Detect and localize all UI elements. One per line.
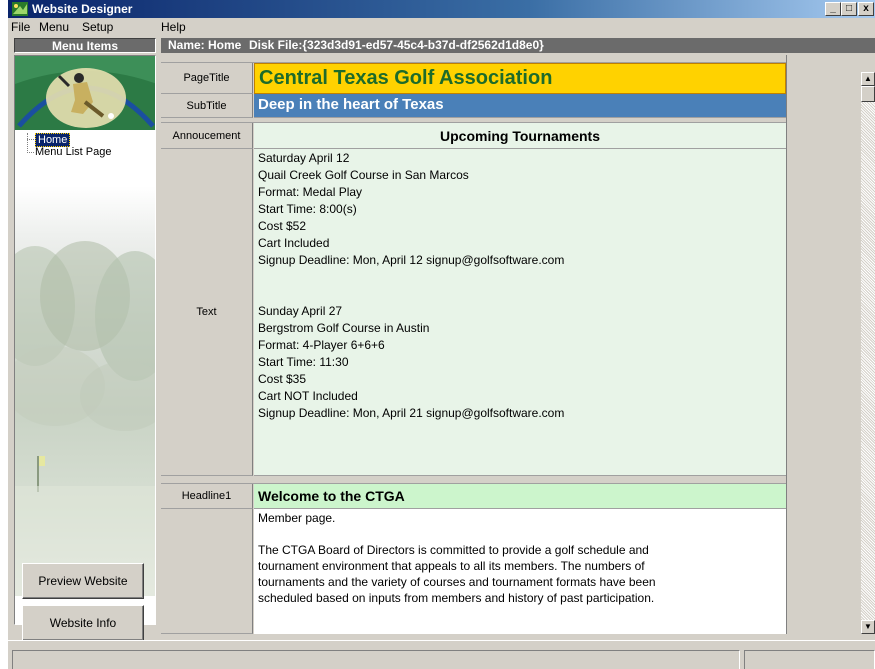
text-line [258, 269, 786, 286]
golfer-logo [15, 56, 155, 130]
member-label-cell [161, 509, 253, 634]
member-line: tournament environment that appeals to a… [258, 559, 645, 573]
member-text-field[interactable]: Member page. The CTGA Board of Directors… [254, 509, 786, 634]
website-designer-icon [12, 2, 28, 16]
menu-help[interactable]: Help [161, 20, 186, 34]
right-panel [786, 55, 861, 634]
menu-setup[interactable]: Setup [82, 20, 113, 34]
text-line: Sunday April 27 [258, 304, 343, 318]
text-line: Quail Creek Golf Course in San Marcos [258, 168, 469, 182]
member-line: tournaments and the variety of courses a… [258, 575, 656, 589]
text-line: Cost $52 [258, 219, 307, 233]
menu-tree: Home Menu List Page [15, 133, 155, 173]
menu-menu[interactable]: Menu [39, 20, 69, 34]
text-field[interactable]: Saturday April 12 Quail Creek Golf Cours… [254, 149, 786, 476]
text-line: Saturday April 12 [258, 151, 350, 165]
title-bar[interactable]: Website Designer _ □ x [8, 0, 875, 18]
status-pane-main [12, 650, 740, 669]
member-line: Member page. [258, 511, 336, 525]
page-info-header: Name: Home Disk File:{323d3d91-ed57-45c4… [161, 38, 875, 53]
scroll-up-arrow-icon[interactable]: ▲ [861, 72, 875, 86]
text-line: Bergstrom Golf Course in Austin [258, 321, 430, 335]
website-info-button[interactable]: Website Info [22, 605, 144, 641]
grid-separator [161, 55, 786, 63]
text-line: Cart NOT Included [258, 389, 358, 403]
tree-item-menu-list-page[interactable]: Menu List Page [35, 146, 111, 158]
member-line [258, 526, 786, 542]
grid-separator [161, 476, 786, 484]
golfer-logo-image [15, 56, 155, 130]
background-image [15, 186, 155, 596]
announcement-field[interactable]: Upcoming Tournaments [254, 123, 786, 149]
minimize-button[interactable]: _ [825, 2, 841, 16]
tree-connector [27, 152, 34, 153]
disk-file-label: Disk File:{323d3d91-ed57-45c4-b37d-df256… [249, 38, 544, 52]
close-button[interactable]: x [858, 2, 874, 16]
text-line: Signup Deadline: Mon, April 21 signup@go… [258, 406, 565, 420]
tree-connector [27, 133, 28, 153]
menu-bar: File Menu Setup Help [8, 18, 875, 38]
app-window: Website Designer _ □ x File Menu Setup H… [8, 0, 875, 669]
text-line: Start Time: 8:00(s) [258, 202, 357, 216]
tree-connector [27, 139, 34, 140]
text-line [258, 286, 786, 303]
scroll-down-arrow-icon[interactable]: ▼ [861, 620, 875, 634]
text-line: Format: 4-Player 6+6+6 [258, 338, 385, 352]
field-label-announcement: Annoucement [161, 123, 253, 149]
text-line: Cost $35 [258, 372, 307, 386]
text-line: Cart Included [258, 236, 330, 250]
preview-website-button[interactable]: Preview Website [22, 563, 144, 599]
text-line: Start Time: 11:30 [258, 355, 349, 369]
tree-item-home[interactable]: Home [35, 133, 71, 147]
pagetitle-field[interactable]: Central Texas Golf Association [254, 63, 786, 94]
field-label-headline1: Headline1 [161, 484, 253, 509]
menu-items-panel: Home Menu List Page [14, 55, 156, 625]
menu-file[interactable]: File [11, 20, 30, 34]
status-pane-right [744, 650, 875, 669]
page-editor-grid: PageTitle Central Texas Golf Association… [161, 55, 786, 634]
status-bar [8, 640, 875, 669]
member-line: scheduled based on inputs from members a… [258, 591, 655, 605]
headline1-field[interactable]: Welcome to the CTGA [254, 484, 786, 509]
trees-backdrop-image [15, 241, 155, 596]
menu-items-header: Menu Items [14, 38, 156, 53]
text-line: Signup Deadline: Mon, April 12 signup@go… [258, 253, 565, 267]
member-line: The CTGA Board of Directors is committed… [258, 543, 649, 557]
field-label-pagetitle: PageTitle [161, 63, 253, 94]
text-line: Format: Medal Play [258, 185, 363, 199]
maximize-button[interactable]: □ [841, 2, 857, 16]
page-name-label: Name: Home [168, 38, 242, 52]
scroll-thumb[interactable] [861, 86, 875, 102]
window-title: Website Designer [32, 2, 133, 16]
field-label-text: Text [161, 149, 253, 476]
field-label-subtitle: SubTitle [161, 94, 253, 118]
vertical-scrollbar[interactable]: ▲ ▼ [861, 72, 875, 634]
subtitle-field[interactable]: Deep in the heart of Texas [254, 94, 786, 118]
